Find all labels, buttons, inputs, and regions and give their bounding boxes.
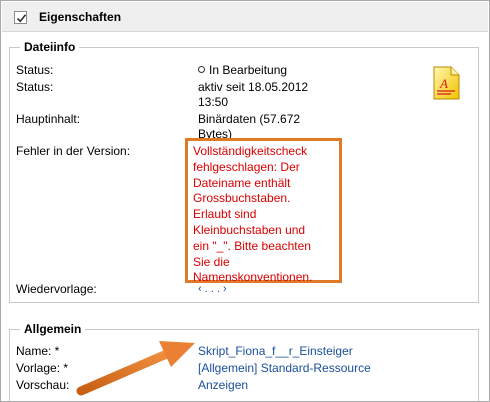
panel-header: Eigenschaften [2, 2, 488, 32]
status-label-2: Status: [16, 80, 54, 94]
status-label: Status: [16, 63, 54, 77]
hauptinhalt-value: Binärdaten (57.672 [198, 112, 301, 126]
vorlage-label: Vorlage: * [16, 361, 69, 375]
status-value-time: 13:50 [198, 95, 229, 109]
vorschau-label: Vorschau: [16, 378, 70, 392]
wiedervorlage-label: Wiedervorlage: [16, 282, 97, 296]
dateiinfo-legend: Dateiinfo [20, 40, 80, 54]
error-message: Vollständigkeitscheck fehlgeschlagen: De… [193, 144, 313, 285]
vorlage-link[interactable]: [Allgemein] Standard-Ressource [198, 361, 371, 376]
name-label: Name: * [16, 344, 60, 358]
error-highlight-box: Vollständigkeitscheck fehlgeschlagen: De… [185, 138, 342, 285]
checkbox-checked-icon[interactable] [14, 11, 27, 24]
document-file-icon[interactable]: A [431, 66, 461, 103]
arrow-annotation-icon [71, 331, 201, 401]
fehler-label: Fehler in der Version: [16, 144, 131, 158]
panel-title: Eigenschaften [39, 10, 122, 24]
status-value-editing: In Bearbeitung [198, 63, 287, 78]
name-link[interactable]: Skript_Fiona_f__r_Einsteiger [198, 344, 353, 359]
properties-panel: Eigenschaften Dateiinfo Status: In Bearb… [0, 0, 490, 402]
hauptinhalt-label: Hauptinhalt: [16, 112, 81, 126]
vorschau-link[interactable]: Anzeigen [198, 378, 248, 393]
svg-text:A: A [439, 76, 448, 91]
wiedervorlage-link[interactable]: ‹ . . . › [198, 282, 227, 297]
status-value-active: aktiv seit 18.05.2012 [198, 80, 309, 94]
status-dot-icon [198, 66, 205, 73]
